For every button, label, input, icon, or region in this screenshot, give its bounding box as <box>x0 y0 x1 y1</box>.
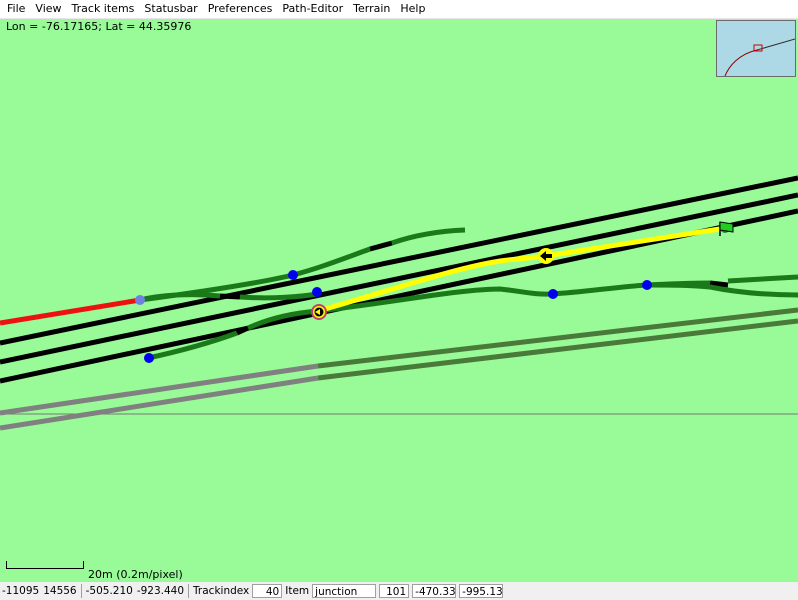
minimap-track <box>724 38 795 76</box>
item-z-field: -995.130 <box>459 584 504 598</box>
path-start-marker[interactable] <box>135 295 145 305</box>
menu-bar: File View Track items Statusbar Preferen… <box>0 0 798 19</box>
item-x-field: -470.336 <box>412 584 457 598</box>
status-bar: -11095 14556 -505.210 -923.440 Trackinde… <box>0 581 798 600</box>
track-line <box>219 293 241 300</box>
status-tile-x: -11095 <box>2 585 40 597</box>
menu-statusbar[interactable]: Statusbar <box>139 0 202 18</box>
item-type-field: junction <box>312 584 377 598</box>
junction-marker[interactable] <box>144 353 154 363</box>
status-separator <box>188 584 190 598</box>
junction-marker[interactable] <box>288 270 298 280</box>
item-index-field: 101 <box>379 584 410 598</box>
menu-terrain[interactable]: Terrain <box>348 0 395 18</box>
status-separator <box>80 584 82 598</box>
track-line <box>709 280 729 288</box>
track-map[interactable] <box>0 19 798 581</box>
scale-bar <box>6 561 84 569</box>
trackindex-field: 40 <box>252 584 283 598</box>
circle-arrow-icon[interactable] <box>311 304 327 320</box>
trackindex-label: Trackindex <box>193 585 250 597</box>
status-z: -923.440 <box>136 585 185 597</box>
junction-marker[interactable] <box>312 287 322 297</box>
scale-label: 20m (0.2m/pixel) <box>88 568 183 581</box>
menu-file[interactable]: File <box>2 0 30 18</box>
menu-path-editor[interactable]: Path-Editor <box>277 0 348 18</box>
junction-marker[interactable] <box>548 289 558 299</box>
menu-help[interactable]: Help <box>395 0 430 18</box>
item-label: Item <box>285 585 310 597</box>
map-canvas[interactable]: Lon = -76.17165; Lat = 44.35976 20m (0.2… <box>0 19 798 581</box>
menu-track-items[interactable]: Track items <box>67 0 140 18</box>
junction-marker[interactable] <box>642 280 652 290</box>
coordinate-readout: Lon = -76.17165; Lat = 44.35976 <box>6 20 192 33</box>
direction-arrow-icon[interactable] <box>538 248 554 264</box>
menu-preferences[interactable]: Preferences <box>203 0 278 18</box>
menu-view[interactable]: View <box>30 0 66 18</box>
status-tile-z: 14556 <box>43 585 77 597</box>
status-x: -505.210 <box>85 585 133 597</box>
minimap[interactable] <box>716 20 796 77</box>
